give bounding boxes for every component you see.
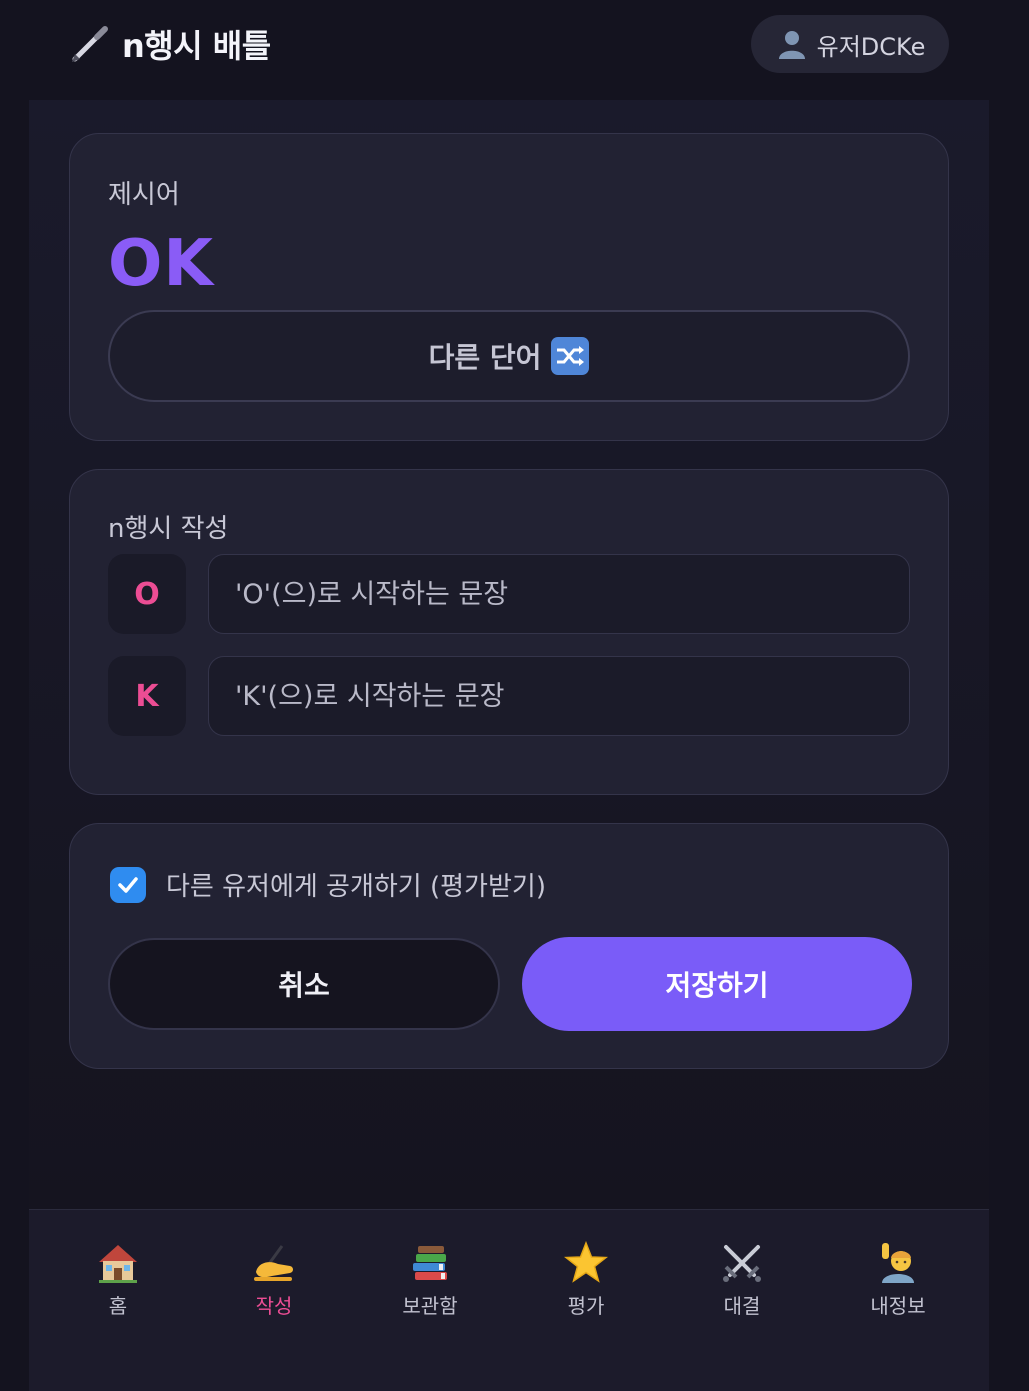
prompt-card: 제시어 OK 다른 단어 [69, 133, 949, 441]
line-letter-o: O [108, 554, 186, 634]
crossed-swords-icon [719, 1240, 765, 1286]
nav-item-archive[interactable]: 보관함 [370, 1240, 490, 1330]
checkmark-icon [118, 876, 138, 893]
nav-label-rate: 평가 [567, 1294, 605, 1318]
house-icon [95, 1240, 141, 1286]
nav-label-write: 작성 [255, 1294, 293, 1318]
nav-label-archive: 보관함 [402, 1294, 458, 1318]
person-raising-hand-icon [875, 1240, 921, 1286]
app-root: n행시 배틀 유저DCKe 제시어 OK 다른 단어 n행시 작성 O 'O'(… [0, 0, 1029, 1391]
prompt-word: OK [108, 227, 214, 301]
prompt-label: 제시어 [108, 180, 180, 210]
brand[interactable]: n행시 배틀 [68, 18, 271, 70]
nav-label-battle: 대결 [723, 1294, 761, 1318]
star-icon [563, 1240, 609, 1286]
line-input-o[interactable] [208, 554, 910, 634]
app-title: n행시 배틀 [122, 27, 271, 65]
user-name: 유저DCKe [816, 32, 926, 61]
write-card: n행시 작성 O K [69, 469, 949, 795]
nav-item-home[interactable]: 홈 [58, 1240, 178, 1330]
public-checkbox-row: 다른 유저에게 공개하기 (평가받기) [110, 866, 546, 903]
writing-hand-icon [251, 1240, 297, 1286]
pen-icon [68, 22, 112, 66]
public-checkbox[interactable] [110, 866, 146, 903]
nav-item-battle[interactable]: 대결 [682, 1240, 802, 1330]
public-checkbox-label: 다른 유저에게 공개하기 (평가받기) [166, 872, 546, 902]
nav-item-write[interactable]: 작성 [214, 1240, 334, 1330]
nav-label-profile: 내정보 [870, 1294, 926, 1318]
top-bar: n행시 배틀 유저DCKe [0, 0, 1029, 100]
line-row-o: O [108, 554, 910, 634]
bottom-nav: 홈 작성 보관함 평가 대결 내정보 [29, 1209, 989, 1391]
save-button[interactable]: 저장하기 [522, 937, 912, 1031]
write-label: n행시 작성 [108, 514, 229, 544]
change-word-label: 다른 단어 [428, 341, 542, 374]
line-row-k: K [108, 656, 910, 736]
nav-item-profile[interactable]: 내정보 [838, 1240, 958, 1330]
user-chip[interactable]: 유저DCKe [751, 15, 949, 73]
line-input-k[interactable] [208, 656, 910, 736]
nav-label-home: 홈 [108, 1294, 128, 1318]
books-icon [407, 1240, 453, 1286]
shuffle-icon [551, 337, 590, 375]
cancel-button[interactable]: 취소 [108, 938, 500, 1030]
change-word-button[interactable]: 다른 단어 [108, 310, 910, 402]
user-silhouette-icon [775, 27, 809, 61]
nav-item-rate[interactable]: 평가 [526, 1240, 646, 1330]
line-letter-k: K [108, 656, 186, 736]
save-card: 다른 유저에게 공개하기 (평가받기) 취소 저장하기 [69, 823, 949, 1069]
